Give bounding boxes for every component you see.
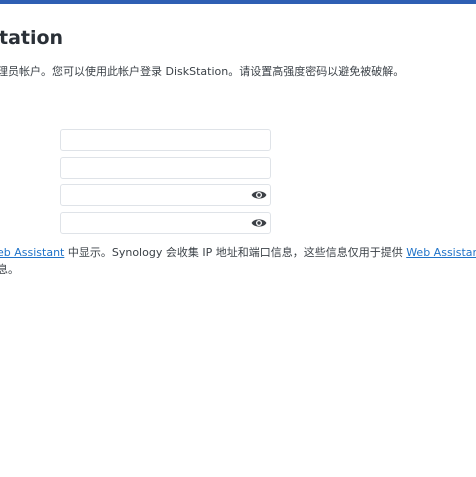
text-field-1[interactable] [60, 129, 271, 151]
eye-icon[interactable] [251, 217, 267, 229]
web-assistant-link-1[interactable]: eb Assistant [0, 246, 64, 259]
text-field-2[interactable] [60, 157, 271, 179]
page-description: 理员帐户。您可以使用此帐户登录 DiskStation。请设置高强度密码以避免被… [0, 65, 405, 78]
privacy-note: eb Assistant 中显示。Synology 会收集 IP 地址和端口信息… [0, 244, 476, 278]
top-accent-bar [0, 0, 476, 4]
note-text-line2: 息。 [0, 263, 19, 276]
eye-icon[interactable] [251, 189, 267, 201]
page-title: tation [0, 27, 64, 49]
web-assistant-link-2[interactable]: Web Assistant [406, 246, 476, 259]
confirm-password-field[interactable] [60, 212, 271, 234]
note-text: 中显示。Synology 会收集 IP 地址和端口信息，这些信息仅用于提供 [64, 246, 407, 259]
password-field[interactable] [60, 184, 271, 206]
